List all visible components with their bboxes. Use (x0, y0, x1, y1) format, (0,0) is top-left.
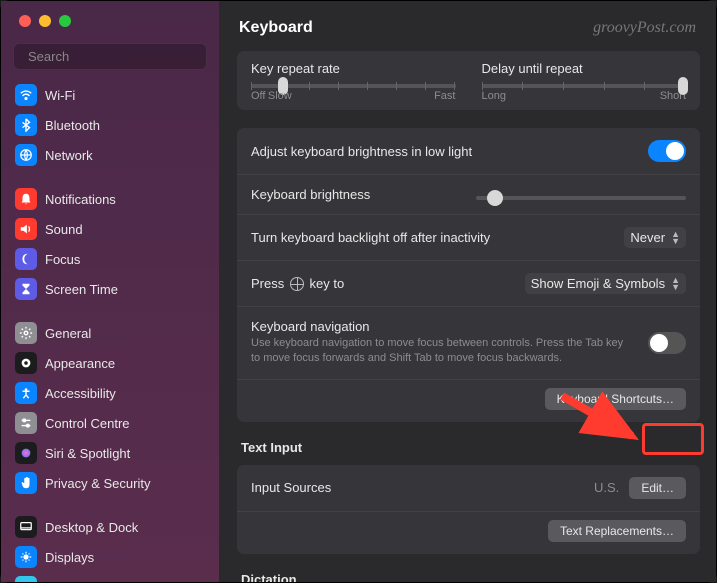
sidebar-item-bluetooth[interactable]: Bluetooth (9, 110, 211, 140)
sidebar-item-control-centre[interactable]: Control Centre (9, 408, 211, 438)
sidebar-item-label: Notifications (45, 192, 116, 207)
fast-label: Fast (434, 90, 455, 102)
wifi-icon (15, 84, 37, 106)
press-globe-label: Press key to (251, 276, 344, 292)
brightness-slider[interactable] (476, 196, 686, 200)
sidebar-list: Wi-Fi Bluetooth Network Notifications Sound F… (1, 80, 219, 582)
input-sources-value: U.S. (594, 480, 619, 495)
sidebar: Wi-Fi Bluetooth Network Notifications Sound F… (1, 1, 219, 582)
maximize-button[interactable] (59, 15, 71, 27)
sidebar-item-label: Privacy & Security (45, 476, 150, 491)
globe-action-select[interactable]: Show Emoji & Symbols ▲▼ (525, 273, 686, 294)
edit-input-sources-button[interactable]: Edit… (629, 477, 686, 499)
sidebar-item-label: Bluetooth (45, 118, 100, 133)
sidebar-item-desktop-dock[interactable]: Desktop & Dock (9, 512, 211, 542)
slow-label: Slow (268, 90, 292, 102)
sidebar-item-label: Screen Time (45, 282, 118, 297)
sidebar-item-label: Desktop & Dock (45, 520, 138, 535)
display-icon (15, 546, 37, 568)
delay-slider[interactable] (482, 84, 687, 88)
search-field[interactable] (28, 49, 204, 64)
keyboard-nav-desc: Use keyboard navigation to move focus be… (251, 336, 628, 367)
sidebar-item-wi-fi[interactable]: Wi-Fi (9, 80, 211, 110)
repeat-section: Key repeat rate Off Slow Fast Delay unti… (237, 51, 700, 110)
keyboard-nav-toggle[interactable] (648, 332, 686, 354)
page-title: Keyboard (239, 19, 313, 37)
sidebar-item-displays[interactable]: Displays (9, 542, 211, 572)
brightness-label: Keyboard brightness (251, 187, 370, 202)
sidebar-item-label: Appearance (45, 356, 115, 371)
sidebar-item-label: Displays (45, 550, 94, 565)
adjust-brightness-label: Adjust keyboard brightness in low light (251, 144, 472, 159)
text-input-title: Text Input (241, 440, 696, 455)
sidebar-item-label: Accessibility (45, 386, 116, 401)
backlight-off-label: Turn keyboard backlight off after inacti… (251, 230, 490, 245)
keyboard-shortcuts-button[interactable]: Keyboard Shortcuts… (545, 388, 686, 410)
window-controls (1, 1, 219, 37)
moon-icon (15, 248, 37, 270)
sidebar-item-screen-time[interactable]: Screen Time (9, 274, 211, 304)
sidebar-item-label: Wi-Fi (45, 88, 75, 103)
siri-icon (15, 442, 37, 464)
sidebar-item-label: Wallpaper (45, 580, 103, 583)
network-icon (15, 144, 37, 166)
gear-icon (15, 322, 37, 344)
accessibility-icon (15, 382, 37, 404)
sidebar-item-label: Sound (45, 222, 83, 237)
dock-icon (15, 516, 37, 538)
sidebar-item-privacy-security[interactable]: Privacy & Security (9, 468, 211, 498)
header: Keyboard groovyPost.com (219, 1, 716, 51)
sidebar-item-focus[interactable]: Focus (9, 244, 211, 274)
sidebar-item-label: Siri & Spotlight (45, 446, 130, 461)
input-sources-label: Input Sources (251, 480, 331, 495)
backlight-select[interactable]: Never ▲▼ (624, 227, 686, 248)
sidebar-item-wallpaper[interactable]: Wallpaper (9, 572, 211, 582)
bluetooth-icon (15, 114, 37, 136)
sidebar-item-appearance[interactable]: Appearance (9, 348, 211, 378)
keyboard-nav-label: Keyboard navigation (251, 319, 628, 334)
dictation-title: Dictation (241, 572, 696, 582)
sidebar-item-general[interactable]: General (9, 318, 211, 348)
text-input-section: Input Sources U.S. Edit… Text Replacemen… (237, 465, 700, 554)
watermark: groovyPost.com (593, 19, 696, 37)
sidebar-item-siri-spotlight[interactable]: Siri & Spotlight (9, 438, 211, 468)
control-icon (15, 412, 37, 434)
keyboard-settings-section: Adjust keyboard brightness in low light … (237, 128, 700, 422)
appearance-icon (15, 352, 37, 374)
adjust-brightness-toggle[interactable] (648, 140, 686, 162)
slider-thumb[interactable] (487, 190, 503, 206)
sidebar-item-accessibility[interactable]: Accessibility (9, 378, 211, 408)
repeat-rate-label: Key repeat rate (251, 61, 456, 76)
sound-icon (15, 218, 37, 240)
hourglass-icon (15, 278, 37, 300)
off-label: Off (251, 90, 265, 102)
sidebar-item-label: Network (45, 148, 93, 163)
long-label: Long (482, 90, 506, 102)
sidebar-item-label: Control Centre (45, 416, 130, 431)
chevron-updown-icon: ▲▼ (671, 231, 680, 244)
backlight-value: Never (630, 230, 665, 245)
wallpaper-icon (15, 576, 37, 582)
globe-icon (290, 277, 304, 291)
search-input[interactable] (13, 43, 207, 70)
bell-icon (15, 188, 37, 210)
globe-action-value: Show Emoji & Symbols (531, 276, 665, 291)
sidebar-item-sound[interactable]: Sound (9, 214, 211, 244)
repeat-rate-slider[interactable] (251, 84, 456, 88)
sidebar-item-notifications[interactable]: Notifications (9, 184, 211, 214)
sidebar-item-label: Focus (45, 252, 80, 267)
main-panel: Keyboard groovyPost.com Key repeat rate … (219, 1, 716, 582)
sidebar-item-label: General (45, 326, 91, 341)
content: Key repeat rate Off Slow Fast Delay unti… (219, 51, 716, 582)
delay-label: Delay until repeat (482, 61, 687, 76)
text-replacements-button[interactable]: Text Replacements… (548, 520, 686, 542)
sidebar-item-network[interactable]: Network (9, 140, 211, 170)
minimize-button[interactable] (39, 15, 51, 27)
close-button[interactable] (19, 15, 31, 27)
hand-icon (15, 472, 37, 494)
chevron-updown-icon: ▲▼ (671, 277, 680, 290)
slider-thumb[interactable] (678, 77, 688, 95)
